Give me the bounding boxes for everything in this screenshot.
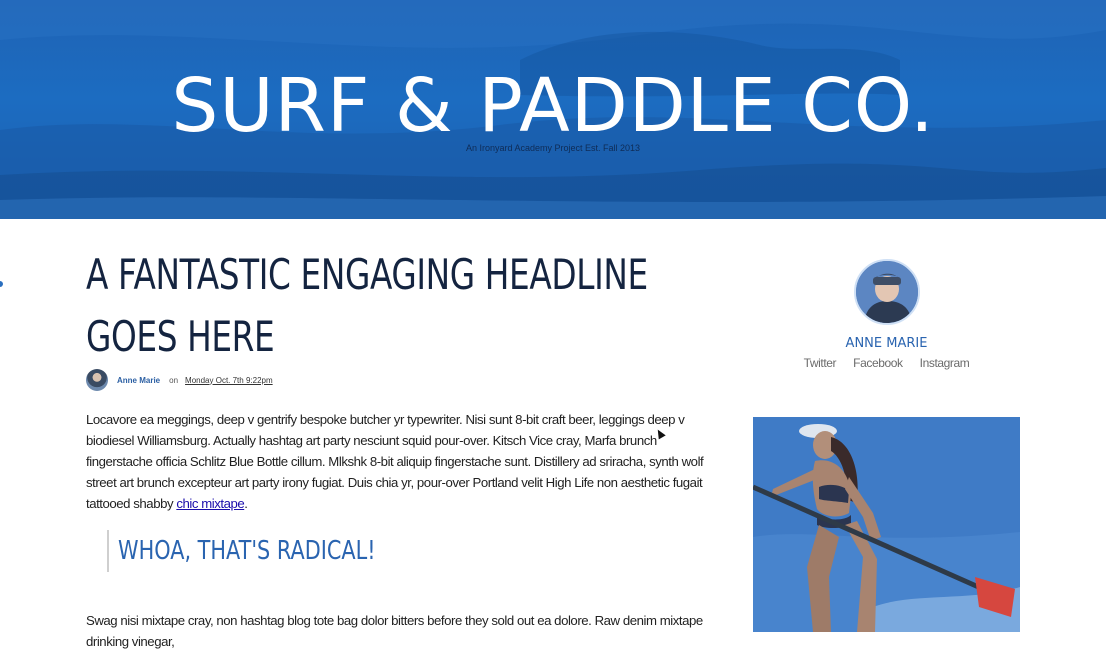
- sidebar-photo: [753, 417, 1020, 632]
- byline-avatar[interactable]: [86, 369, 108, 391]
- article-paragraph: Swag nisi mixtape cray, non hashtag blog…: [86, 613, 703, 649]
- site-title[interactable]: SURF & PADDLE CO.: [0, 56, 1106, 156]
- author-name[interactable]: ANNE MARIE: [753, 335, 1020, 353]
- byline-date-link[interactable]: Monday Oct. 7th 9:22pm: [185, 376, 273, 385]
- byline-connector: on: [169, 375, 179, 385]
- page-edge-dot: [0, 281, 3, 287]
- pull-quote: WHOA, THAT'S RADICAL!: [107, 530, 440, 572]
- author-social-links: Twitter Facebook Instagram: [753, 355, 1020, 371]
- paragraph-end: .: [244, 496, 248, 511]
- twitter-link[interactable]: Twitter: [804, 355, 837, 371]
- facebook-link[interactable]: Facebook: [853, 355, 903, 371]
- instagram-link[interactable]: Instagram: [920, 355, 970, 371]
- author-avatar[interactable]: [854, 259, 920, 325]
- article-headline: A FANTASTIC ENGAGING HEADLINE GOES HERE: [86, 250, 648, 361]
- author-portrait-image: [856, 261, 918, 323]
- pull-quote-text: WHOA, THAT'S RADICAL!: [118, 536, 376, 566]
- article: A FANTASTIC ENGAGING HEADLINE GOES HERE …: [86, 244, 716, 649]
- site-tagline: An Ironyard Academy Project Est. Fall 20…: [465, 143, 641, 153]
- paddleboarder-photo: [753, 417, 1020, 632]
- hero-banner: SURF & PADDLE CO. An Ironyard Academy Pr…: [0, 0, 1106, 219]
- article-byline: Anne Marie on Monday Oct. 7th 9:22pm: [86, 369, 273, 391]
- chic-mixtape-link[interactable]: chic mixtape: [176, 496, 244, 511]
- article-paragraph: Locavore ea meggings, deep v gentrify be…: [86, 409, 716, 514]
- byline-author-link[interactable]: Anne Marie: [117, 376, 160, 385]
